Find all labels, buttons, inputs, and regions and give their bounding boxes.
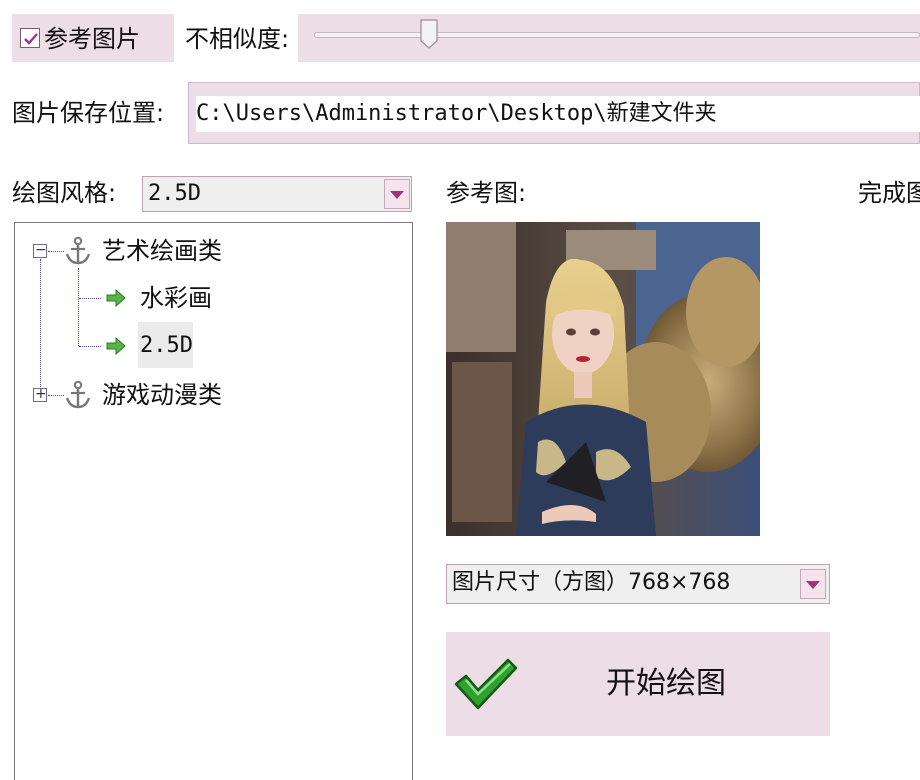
green-arrow-icon — [106, 288, 126, 311]
style-tree[interactable] — [14, 222, 413, 780]
start-drawing-label: 开始绘图 — [606, 666, 726, 701]
chevron-down-icon — [806, 581, 820, 589]
tree-expand-icon[interactable]: + — [33, 386, 47, 402]
checkmark-icon — [24, 33, 38, 45]
green-checkmark-icon — [452, 656, 518, 716]
chevron-down-icon — [390, 191, 404, 199]
tree-connector — [79, 298, 101, 299]
green-arrow-icon — [106, 336, 126, 359]
tree-item-art-painting[interactable]: 艺术绘画类 — [102, 236, 222, 266]
dissimilarity-slider-track[interactable] — [314, 32, 920, 38]
dissimilarity-slider-thumb[interactable] — [420, 19, 438, 49]
save-location-label: 图片保存位置: — [12, 99, 165, 127]
tree-connector — [40, 259, 41, 395]
drawing-style-value: 2.5D — [148, 181, 201, 206]
tree-connector — [48, 251, 64, 252]
tree-item-watercolor[interactable]: 水彩画 — [140, 283, 212, 313]
tree-item-2-5d[interactable]: 2.5D — [140, 331, 193, 361]
tree-collapse-icon[interactable]: − — [33, 242, 47, 258]
tree-connector — [79, 346, 101, 347]
reference-image-heading: 参考图: — [446, 179, 527, 207]
anchor-icon — [64, 236, 92, 270]
drawing-style-dropdown-button[interactable] — [384, 179, 410, 209]
image-size-value: 图片尺寸（方图）768×768 — [452, 570, 731, 595]
reference-image-label[interactable]: 参考图片 — [44, 24, 140, 54]
tree-item-game-anime[interactable]: 游戏动漫类 — [102, 380, 222, 410]
dissimilarity-slider-area — [298, 14, 920, 62]
tree-connector — [48, 395, 64, 396]
drawing-style-label: 绘图风格: — [12, 179, 117, 207]
reference-image-checkbox[interactable] — [20, 28, 40, 48]
dissimilarity-label: 不相似度: — [185, 25, 290, 53]
reference-image-preview — [446, 222, 760, 536]
result-image-heading: 完成图 — [858, 179, 920, 207]
image-size-dropdown-button[interactable] — [800, 569, 826, 599]
save-location-input[interactable]: C:\Users\Administrator\Desktop\新建文件夹 — [196, 96, 920, 132]
tree-connector — [78, 268, 79, 346]
anchor-icon — [64, 380, 92, 414]
